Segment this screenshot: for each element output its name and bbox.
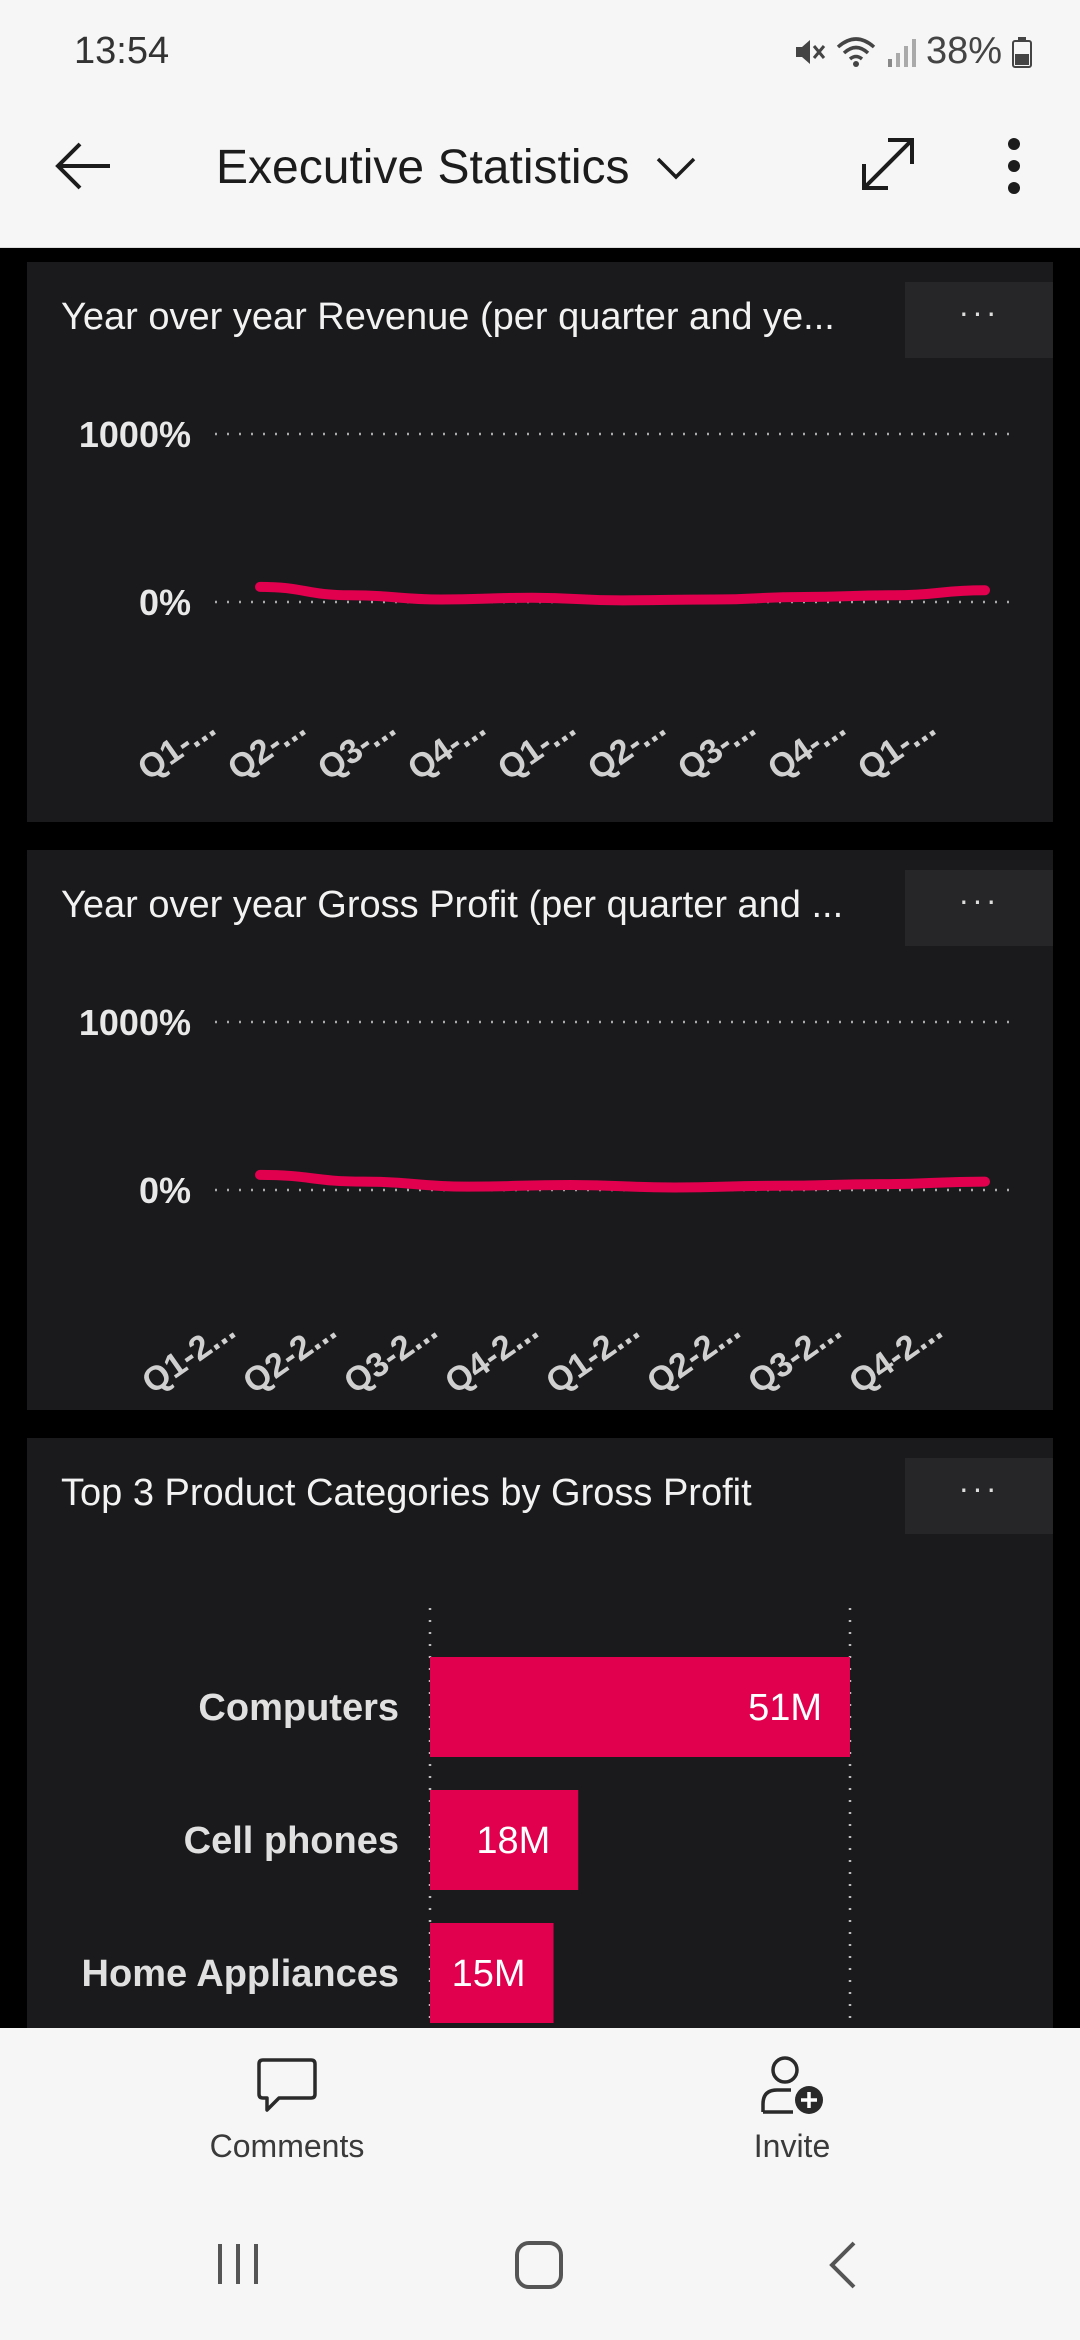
x-tick-label: Q2-... <box>581 708 672 788</box>
add-user-icon <box>761 2056 823 2114</box>
data-point <box>712 598 715 601</box>
x-tick-label: Q1-... <box>491 708 582 788</box>
more-options-button[interactable] <box>1000 136 1028 196</box>
data-point <box>569 1183 572 1186</box>
data-point <box>673 1186 676 1189</box>
wifi-icon <box>836 35 876 69</box>
x-tick-label: Q1-... <box>131 708 222 788</box>
chevron-down-icon <box>657 157 696 179</box>
x-tick-label: Q3-2... <box>741 1311 848 1402</box>
x-tick-label: Q1-... <box>851 708 942 788</box>
x-tick-label: Q4-2... <box>438 1311 545 1402</box>
data-point <box>984 589 986 592</box>
gross-profit-tile[interactable]: Year over year Gross Profit (per quarter… <box>27 850 1053 1410</box>
x-tick-label: Q3-... <box>671 708 762 788</box>
data-point <box>776 1184 779 1187</box>
home-button[interactable] <box>514 2240 564 2295</box>
bottom-nav: Comments Invite <box>0 2028 1080 2188</box>
data-point <box>259 1173 261 1176</box>
y-tick-label: 0% <box>139 582 191 623</box>
data-point <box>530 596 533 599</box>
x-tick-label: Q3-2... <box>337 1311 444 1402</box>
top-categories-tile[interactable]: Top 3 Product Categories by Gross Profit… <box>27 1438 1053 2028</box>
revenue-tile[interactable]: Year over year Revenue (per quarter and … <box>27 262 1053 822</box>
report-selector[interactable]: Executive Statistics <box>216 140 697 195</box>
arrow-left-icon <box>55 142 110 190</box>
y-tick-label: 1000% <box>79 1002 191 1043</box>
x-tick-label: Q4-... <box>401 708 492 788</box>
comment-icon <box>257 2058 317 2112</box>
chevron-left-icon <box>829 2241 856 2289</box>
category-label: Computers <box>198 1687 399 1729</box>
comments-button[interactable]: Comments <box>167 2054 407 2165</box>
signal-icon <box>886 35 916 69</box>
x-tick-label: Q4-... <box>761 708 852 788</box>
x-tick-label: Q2-... <box>221 708 312 788</box>
x-tick-label: Q1-2... <box>539 1311 646 1402</box>
app-bar: Executive Statistics <box>0 100 1080 248</box>
battery-percent: 38% <box>925 30 1002 72</box>
data-point <box>259 585 261 588</box>
mute-icon <box>792 35 826 69</box>
data-point <box>802 595 805 598</box>
series-line <box>255 581 990 606</box>
invite-button[interactable]: Invite <box>672 2054 912 2165</box>
x-tick-label: Q1-2... <box>135 1311 242 1402</box>
dashboard-content[interactable]: Year over year Revenue (per quarter and … <box>0 248 1080 2028</box>
status-icons: 38% <box>792 30 1032 73</box>
y-tick-label: 0% <box>139 1170 191 1211</box>
battery-icon <box>1012 35 1032 69</box>
y-tick-label: 1000% <box>79 414 191 455</box>
category-label: Home Appliances <box>82 1953 399 1995</box>
data-point <box>984 1180 986 1183</box>
x-tick-label: Q2-2... <box>236 1311 343 1402</box>
comments-label: Comments <box>209 2128 365 2164</box>
bar-value-label: 15M <box>452 1953 526 1995</box>
status-bar: 13:54 38% <box>0 0 1080 100</box>
category-label: Cell phones <box>184 1820 399 1862</box>
x-tick-label: Q4-2... <box>842 1311 949 1402</box>
expand-icon <box>862 138 914 190</box>
system-nav-bar <box>0 2188 1080 2340</box>
home-icon <box>515 2241 563 2289</box>
data-point <box>466 1185 469 1188</box>
gross-profit-line-chart: 1000%0%Q1-2...Q2-2...Q3-2...Q4-2...Q1-2.… <box>79 1002 1017 1402</box>
data-point <box>621 599 624 602</box>
invite-label: Invite <box>753 2128 831 2164</box>
page-title: Executive Statistics <box>216 141 630 194</box>
recent-apps-button[interactable] <box>214 2240 262 2293</box>
data-point <box>880 1183 883 1186</box>
status-time: 13:54 <box>74 30 170 72</box>
more-vertical-icon <box>1008 138 1020 194</box>
expand-button[interactable] <box>856 132 920 196</box>
revenue-line-chart: 1000%0%Q1-...Q2-...Q3-...Q4-...Q1-...Q2-… <box>79 414 1017 788</box>
x-tick-label: Q3-... <box>311 708 402 788</box>
data-point <box>440 598 443 601</box>
data-point <box>893 594 896 597</box>
recent-apps-icon <box>218 2244 258 2284</box>
bar-value-label: 51M <box>748 1687 822 1729</box>
data-point <box>362 1180 365 1183</box>
series-line <box>255 1169 990 1193</box>
x-tick-label: Q2-2... <box>640 1311 747 1402</box>
back-button[interactable] <box>48 130 120 202</box>
bar-value-label: 18M <box>476 1820 550 1862</box>
system-back-button[interactable] <box>826 2240 858 2295</box>
data-point <box>349 594 352 597</box>
top-categories-bar-chart: 51M Computers 18M Cell phones 15M Home Applia… <box>82 1608 852 2028</box>
